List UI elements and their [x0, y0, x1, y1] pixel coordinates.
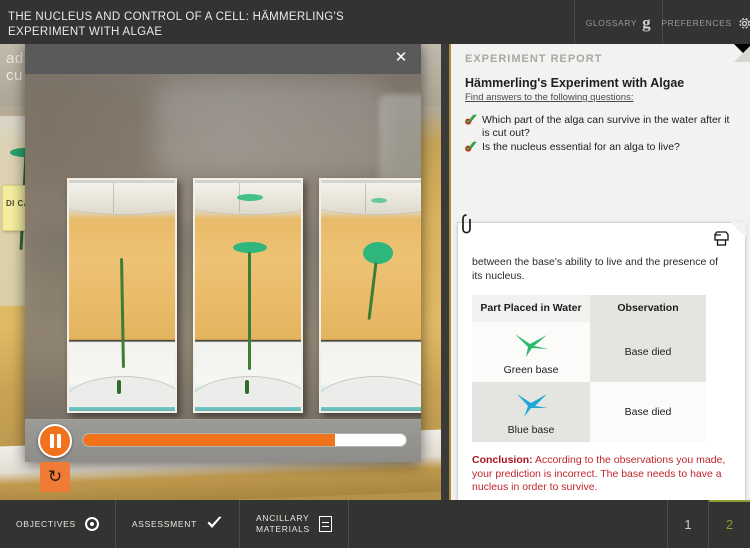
ancillary-materials-button[interactable]: ANCILLARY MATERIALS [240, 500, 349, 548]
page-prev-button[interactable]: 1 [668, 500, 709, 548]
cell-specimen-blue: Blue base [472, 382, 590, 442]
green-base-label: Green base [503, 364, 559, 376]
printer-icon[interactable] [713, 231, 729, 246]
question-text: Which part of the alga can survive in th… [482, 114, 730, 139]
alga-stem [120, 257, 125, 369]
ancillary-label-line2: MATERIALS [256, 524, 310, 534]
question-text: Is the nucleus essential for an alga to … [482, 141, 680, 153]
cell-observation-2: Base died [590, 382, 706, 442]
alga-base [245, 380, 249, 394]
report-subtitle: Find answers to the following questions: [465, 92, 634, 103]
beaker-rim [321, 183, 421, 215]
blue-base-icon [476, 388, 586, 422]
beaker-rim-seam [113, 183, 114, 213]
pause-bar-right [56, 434, 61, 448]
alga-cap-reflection [371, 198, 387, 203]
assessment-label: ASSESSMENT [131, 518, 198, 529]
gear-icon [737, 16, 750, 31]
alga-stem [248, 252, 251, 370]
scene-bg-text-line1: ad [6, 50, 24, 67]
petri-dish [69, 377, 175, 407]
glossary-label: GLOSSARY [585, 18, 638, 28]
close-icon[interactable]: ✕ [390, 47, 412, 69]
report-section-label: EXPERIMENT REPORT [465, 53, 603, 65]
table-header-part: Part Placed in Water [472, 295, 590, 322]
active-page-indicator [709, 500, 750, 502]
alga-cap [363, 242, 393, 264]
objectives-label: OBJECTIVES [16, 518, 76, 529]
page-title-line1: THE NUCLEUS AND CONTROL OF A CELL: HÄMME… [8, 11, 345, 23]
page-current-button[interactable]: 2 [709, 500, 750, 548]
cell-specimen-green: Green base [472, 322, 590, 382]
report-title: Hämmerling's Experiment with Algae [465, 76, 685, 90]
page-title: THE NUCLEUS AND CONTROL OF A CELL: HÄMME… [0, 0, 574, 44]
video-modal: ✕ [25, 42, 421, 462]
checkmark-icon [465, 114, 477, 127]
report-header: EXPERIMENT REPORT Hämmerling's Experimen… [451, 44, 750, 188]
sticky-note-line1: DI [6, 199, 15, 208]
beaker-rim-seam [365, 183, 366, 213]
alga-cap-reflection [237, 194, 263, 201]
report-card: between the base's ability to live and t… [457, 214, 746, 542]
video-frame-3 [319, 178, 421, 413]
ancillary-label-line1: ANCILLARY [256, 513, 310, 523]
report-card-body: between the base's ability to live and t… [458, 223, 745, 495]
experiment-report-panel: EXPERIMENT REPORT Hämmerling's Experimen… [441, 44, 750, 542]
video-blur-top [155, 82, 385, 172]
scene-bg-text-line2: cu [6, 67, 23, 84]
glossary-button[interactable]: GLOSSARY g [574, 0, 662, 44]
pause-bar-left [49, 434, 54, 448]
assessment-button[interactable]: ASSESSMENT [116, 500, 241, 548]
card-corner-fold [730, 222, 746, 238]
preferences-button[interactable]: PREFERENCES [661, 0, 750, 44]
video-controls [25, 419, 421, 462]
paperclip-icon [460, 213, 474, 235]
scene-background-text: ad cu [6, 50, 24, 84]
video-frame-2 [193, 178, 303, 413]
beaker-rim [69, 183, 175, 215]
report-inner: EXPERIMENT REPORT Hämmerling's Experimen… [449, 44, 750, 542]
book-g-icon: g [642, 13, 652, 32]
table-row: Blue base Base died [472, 382, 706, 442]
alga-stem [367, 262, 378, 320]
checkmark-icon [465, 141, 477, 154]
table-header-observation: Observation [590, 295, 706, 322]
replay-icon[interactable]: ↻ [40, 462, 70, 492]
bottom-bar-spacer [349, 500, 668, 548]
document-icon [318, 516, 332, 532]
objectives-button[interactable]: OBJECTIVES [0, 500, 116, 548]
panel-corner-fold-light [734, 44, 750, 62]
preferences-label: PREFERENCES [661, 18, 732, 28]
video-viewport[interactable] [25, 74, 421, 419]
card-intro-text: between the base's ability to live and t… [472, 256, 718, 282]
cell-observation-1: Base died [590, 322, 706, 382]
conclusion-block: Conclusion: According to the observation… [472, 454, 731, 495]
video-modal-header: ✕ [25, 42, 421, 74]
list-item: Is the nucleus essential for an alga to … [465, 141, 739, 154]
top-bar: THE NUCLEUS AND CONTROL OF A CELL: HÄMME… [0, 0, 750, 44]
target-icon [84, 517, 99, 531]
bottom-bar: OBJECTIVES ASSESSMENT ANCILLARY MATERIAL… [0, 500, 750, 548]
alga-base [117, 380, 121, 394]
checkmark-icon [206, 516, 223, 532]
ancillary-label: ANCILLARY MATERIALS [256, 513, 310, 535]
observation-table: Part Placed in Water Observation Green b… [472, 295, 706, 442]
conclusion-label: Conclusion: [472, 454, 533, 466]
pause-icon[interactable] [38, 424, 72, 458]
app-root: ad cu DI CAR ✕ [0, 0, 750, 548]
video-frame-1 [67, 178, 177, 413]
video-progress-fill [83, 434, 335, 446]
green-base-icon [476, 328, 586, 362]
table-header-row: Part Placed in Water Observation [472, 295, 706, 322]
petri-dish [321, 377, 421, 407]
report-question-list: Which part of the alga can survive in th… [465, 114, 739, 154]
video-progress-slider[interactable] [82, 433, 407, 447]
blue-base-label: Blue base [507, 424, 555, 436]
table-row: Green base Base died [472, 322, 706, 382]
page-title-line2: EXPERIMENT WITH ALGAE [8, 26, 163, 38]
video-frames [25, 178, 421, 419]
list-item: Which part of the alga can survive in th… [465, 114, 739, 140]
